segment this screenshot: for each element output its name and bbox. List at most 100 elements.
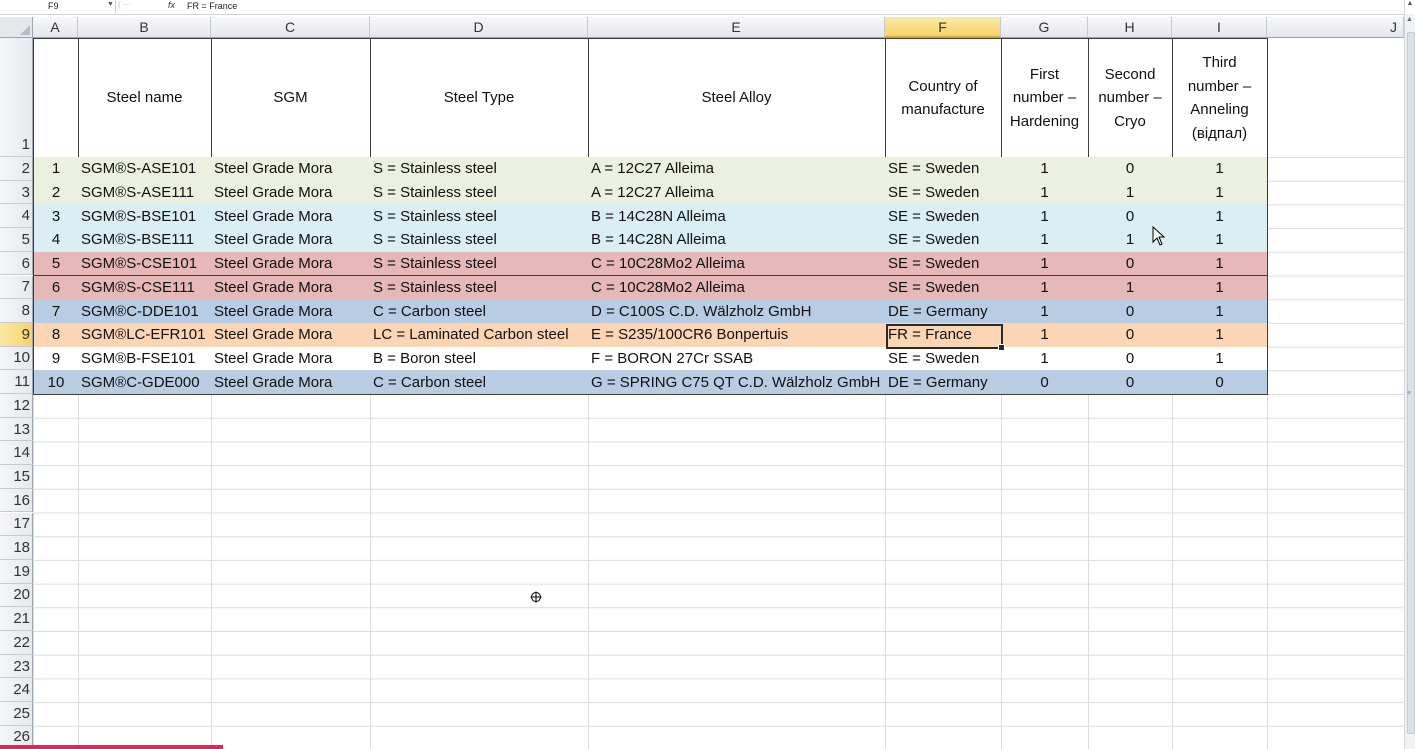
table-cell-name[interactable]: SGM®S-CSE111 bbox=[78, 275, 212, 301]
row-header-16[interactable]: 16 bbox=[0, 488, 33, 513]
table-cell-alloy[interactable]: F = BORON 27Cr SSAB bbox=[588, 346, 886, 372]
row-header-23[interactable]: 23 bbox=[0, 654, 33, 679]
row-header-14[interactable]: 14 bbox=[0, 441, 33, 466]
table-cell-h[interactable]: 0 bbox=[1088, 322, 1173, 348]
table-cell-alloy[interactable]: C = 10C28Mo2 Alleima bbox=[588, 251, 886, 277]
table-cell-h[interactable]: 0 bbox=[1088, 299, 1173, 324]
table-cell-country[interactable]: SE = Sweden bbox=[885, 228, 1002, 253]
table-cell-i[interactable]: 1 bbox=[1172, 204, 1268, 230]
table-cell-g[interactable]: 1 bbox=[1001, 299, 1089, 324]
row-header-2[interactable]: 2 bbox=[0, 157, 33, 181]
table-cell-alloy[interactable]: B = 14C28N Alleima bbox=[588, 204, 886, 230]
row-header-12[interactable]: 12 bbox=[0, 394, 33, 418]
column-header-j[interactable]: J bbox=[1267, 17, 1404, 38]
table-cell-sgm[interactable]: Steel Grade Mora bbox=[211, 157, 371, 182]
table-cell-sgm[interactable]: Steel Grade Mora bbox=[211, 370, 371, 395]
row-header-8[interactable]: 8 bbox=[0, 299, 33, 323]
column-header-a[interactable]: A bbox=[33, 17, 78, 38]
table-cell-name[interactable]: SGM®C-DDE101 bbox=[78, 299, 212, 324]
header-second-number[interactable]: Second number – Cryo bbox=[1088, 38, 1173, 158]
table-cell-g[interactable]: 1 bbox=[1001, 228, 1089, 253]
chevron-down-icon[interactable]: ▼ bbox=[107, 1, 114, 8]
table-cell-alloy[interactable]: E = S235/100CR6 Bonpertuis bbox=[588, 322, 886, 348]
table-cell-type[interactable]: S = Stainless steel bbox=[370, 157, 589, 182]
table-cell-sgm[interactable]: Steel Grade Mora bbox=[211, 346, 371, 372]
table-cell-type[interactable]: S = Stainless steel bbox=[370, 275, 589, 301]
table-cell-h[interactable]: 0 bbox=[1088, 346, 1173, 372]
table-cell-alloy[interactable]: B = 14C28N Alleima bbox=[588, 228, 886, 253]
column-header-h[interactable]: H bbox=[1088, 17, 1172, 38]
header-sgm[interactable]: SGM bbox=[211, 38, 371, 158]
table-cell-country[interactable]: DE = Germany bbox=[885, 299, 1002, 324]
table-cell-no[interactable]: 7 bbox=[33, 299, 79, 324]
table-cell-g[interactable]: 1 bbox=[1001, 180, 1089, 206]
vertical-scrollbar[interactable]: ▲ ≡ bbox=[1404, 14, 1415, 749]
table-cell-no[interactable]: 4 bbox=[33, 228, 79, 253]
table-cell-g[interactable]: 1 bbox=[1001, 275, 1089, 301]
table-cell-alloy[interactable]: D = C100S C.D. Wälzholz GmbH bbox=[588, 299, 886, 324]
header-third-number[interactable]: Third number – Anneling (відпал) bbox=[1172, 38, 1268, 158]
table-cell-no[interactable]: 8 bbox=[33, 322, 79, 348]
row-header-19[interactable]: 19 bbox=[0, 559, 33, 584]
row-header-10[interactable]: 10 bbox=[0, 346, 33, 371]
table-cell-h[interactable]: 1 bbox=[1088, 180, 1173, 206]
table-cell-name[interactable]: SGM®LC-EFR101 bbox=[78, 322, 212, 348]
table-cell-sgm[interactable]: Steel Grade Mora bbox=[211, 251, 371, 277]
table-cell-h[interactable]: 1 bbox=[1088, 275, 1173, 301]
table-cell-i[interactable]: 1 bbox=[1172, 299, 1268, 324]
header-steel-type[interactable]: Steel Type bbox=[370, 38, 589, 158]
row-header-11[interactable]: 11 bbox=[0, 370, 33, 394]
table-cell-country[interactable]: SE = Sweden bbox=[885, 275, 1002, 301]
table-cell-g[interactable]: 1 bbox=[1001, 322, 1089, 348]
header-first-number[interactable]: First number – Hardening bbox=[1001, 38, 1089, 158]
table-cell-type[interactable]: C = Carbon steel bbox=[370, 370, 589, 395]
table-cell-type[interactable]: S = Stainless steel bbox=[370, 251, 589, 277]
scroll-up-icon[interactable]: ▲ bbox=[1406, 16, 1413, 23]
row-header-4[interactable]: 4 bbox=[0, 204, 33, 229]
table-cell-sgm[interactable]: Steel Grade Mora bbox=[211, 275, 371, 301]
table-cell-country[interactable]: SE = Sweden bbox=[885, 180, 1002, 206]
table-cell-i[interactable]: 1 bbox=[1172, 251, 1268, 277]
table-cell-no[interactable]: 1 bbox=[33, 157, 79, 182]
row-header-3[interactable]: 3 bbox=[0, 180, 33, 205]
table-cell-sgm[interactable]: Steel Grade Mora bbox=[211, 228, 371, 253]
table-cell-alloy[interactable]: C = 10C28Mo2 Alleima bbox=[588, 275, 886, 301]
table-cell-name[interactable]: SGM®S-BSE101 bbox=[78, 204, 212, 230]
row-header-5[interactable]: 5 bbox=[0, 228, 33, 252]
table-cell-name[interactable]: SGM®S-BSE111 bbox=[78, 228, 212, 253]
row-header-7[interactable]: 7 bbox=[0, 275, 33, 300]
table-cell-g[interactable]: 0 bbox=[1001, 370, 1089, 395]
table-cell-i[interactable]: 0 bbox=[1172, 370, 1268, 395]
row-header-13[interactable]: 13 bbox=[0, 417, 33, 442]
row-header-18[interactable]: 18 bbox=[0, 536, 33, 560]
table-cell-name[interactable]: SGM®S-ASE101 bbox=[78, 157, 212, 182]
name-box[interactable]: F9 ▼ bbox=[0, 0, 116, 13]
table-cell-country[interactable]: SE = Sweden bbox=[885, 251, 1002, 277]
table-cell-i[interactable]: 1 bbox=[1172, 157, 1268, 182]
table-cell-i[interactable]: 1 bbox=[1172, 346, 1268, 372]
table-cell-alloy[interactable]: A = 12C27 Alleima bbox=[588, 180, 886, 206]
table-cell-alloy[interactable]: A = 12C27 Alleima bbox=[588, 157, 886, 182]
table-cell-h[interactable]: 0 bbox=[1088, 157, 1173, 182]
row-header-25[interactable]: 25 bbox=[0, 702, 33, 726]
row-header-15[interactable]: 15 bbox=[0, 465, 33, 489]
table-cell-country[interactable]: DE = Germany bbox=[885, 370, 1002, 395]
table-cell-name[interactable]: SGM®B-FSE101 bbox=[78, 346, 212, 372]
table-cell-no[interactable]: 2 bbox=[33, 180, 79, 206]
row-header-21[interactable]: 21 bbox=[0, 607, 33, 631]
table-cell-name[interactable]: SGM®S-CSE101 bbox=[78, 251, 212, 277]
table-cell-h[interactable]: 0 bbox=[1088, 251, 1173, 277]
table-cell-no[interactable]: 5 bbox=[33, 251, 79, 277]
spreadsheet-grid[interactable]: ABCDEFGHIJ 1 2 3 4 5 6 7 8 9 10 11 12 13 14 15 16 17 18 19… bbox=[0, 14, 1404, 749]
column-header-b[interactable]: B bbox=[78, 17, 211, 38]
table-cell-no[interactable]: 9 bbox=[33, 346, 79, 372]
row-header-6[interactable]: 6 bbox=[0, 251, 33, 276]
row-header-17[interactable]: 17 bbox=[0, 512, 33, 537]
table-cell-name[interactable]: SGM®S-ASE111 bbox=[78, 180, 212, 206]
column-header-d[interactable]: D bbox=[370, 17, 588, 38]
table-cell-i[interactable]: 1 bbox=[1172, 275, 1268, 301]
table-cell-alloy[interactable]: G = SPRING C75 QT C.D. Wälzholz GmbH bbox=[588, 370, 886, 395]
table-cell-type[interactable]: C = Carbon steel bbox=[370, 299, 589, 324]
table-cell-g[interactable]: 1 bbox=[1001, 157, 1089, 182]
column-header-f[interactable]: F bbox=[885, 17, 1001, 38]
